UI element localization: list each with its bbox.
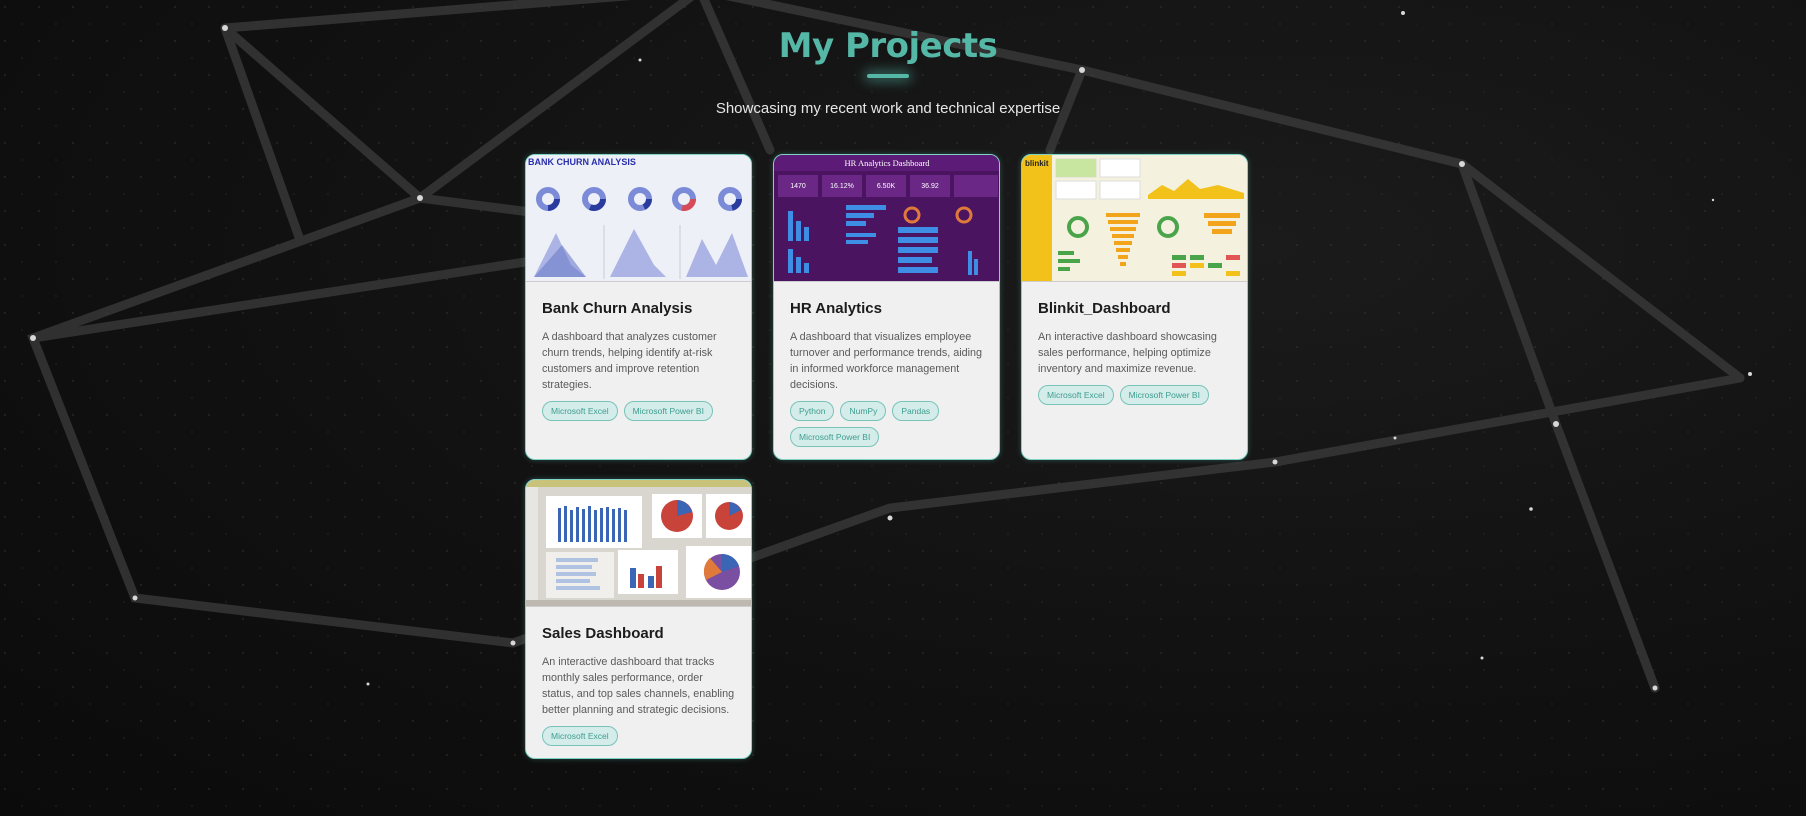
project-thumbnail: BANK CHURN ANALYSIS [526,155,751,282]
tag-microsoft-power-bi: Microsoft Power BI [623,401,713,421]
project-description: An interactive dashboard showcasing sale… [1038,331,1217,375]
project-description: A dashboard that analyzes customer churn… [542,331,717,391]
project-card-sales-dashboard[interactable]: Sales Dashboard An interactive dashboard… [525,479,752,759]
project-description: A dashboard that visualizes employee tur… [790,331,983,391]
title-underline [867,74,909,78]
tag-list: Python NumPy Pandas Microsoft Power BI [790,401,983,447]
tag-microsoft-excel: Microsoft Excel [542,726,618,746]
project-thumbnail: blinkit [1022,155,1247,282]
project-title: Blinkit_Dashboard [1038,300,1171,317]
tag-list: Microsoft Excel [542,726,735,746]
project-thumbnail [526,480,751,607]
thumbnail-kpi: 6.50K [877,183,896,190]
thumbnail-caption: HR Analytics Dashboard [845,158,931,168]
tag-microsoft-power-bi: Microsoft Power BI [790,427,880,447]
thumbnail-caption: BANK CHURN ANALYSIS [528,157,636,167]
tag-microsoft-excel: Microsoft Excel [1038,385,1114,405]
thumbnail-kpi: 1470 [790,183,806,190]
project-title: Sales Dashboard [542,625,664,642]
tag-pandas: Pandas [892,401,940,421]
tag-python: Python [790,401,835,421]
tag-list: Microsoft Excel Microsoft Power BI [1038,385,1231,405]
thumbnail-kpi: 16.12% [830,183,854,190]
page-header: My Projects Showcasing my recent work an… [0,0,1776,117]
page-subtitle: Showcasing my recent work and technical … [715,100,1061,117]
project-title: Bank Churn Analysis [542,300,693,317]
project-thumbnail: HR Analytics Dashboard 1470 16.12% 6.50K… [774,155,999,282]
page-title: My Projects [778,26,998,66]
tag-microsoft-excel: Microsoft Excel [542,401,618,421]
tag-microsoft-power-bi: Microsoft Power BI [1119,385,1209,405]
tag-numpy: NumPy [840,401,887,421]
project-card-bank-churn[interactable]: BANK CHURN ANALYSIS Bank Churn Analysis … [525,154,752,460]
project-title: HR Analytics [790,300,882,317]
project-card-hr-analytics[interactable]: HR Analytics Dashboard 1470 16.12% 6.50K… [773,154,1000,460]
thumbnail-caption: blinkit [1025,159,1049,168]
project-description: An interactive dashboard that tracks mon… [542,656,735,716]
tag-list: Microsoft Excel Microsoft Power BI [542,401,735,421]
thumbnail-kpi: 36.92 [921,183,939,190]
project-card-blinkit[interactable]: blinkit Blinkit_Dashboard An interactive… [1021,154,1248,460]
